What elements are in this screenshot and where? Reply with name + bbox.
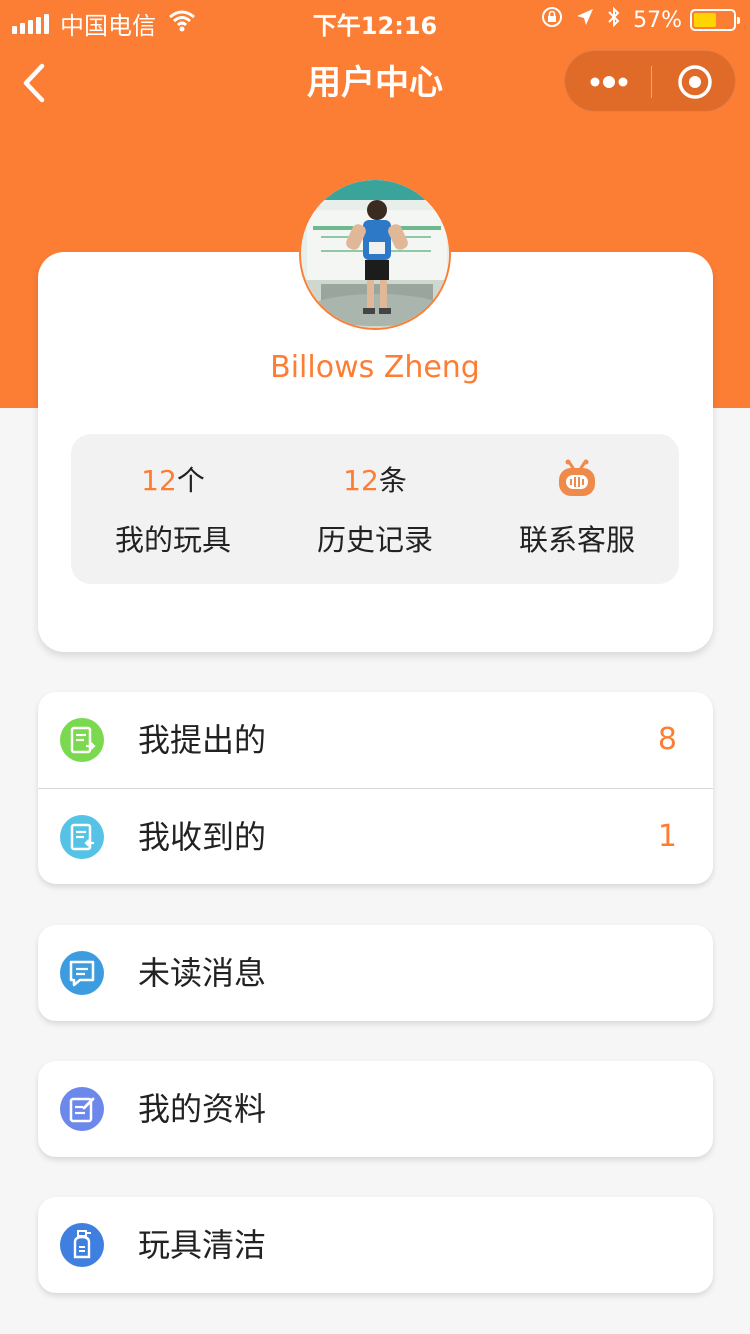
menu-count: 8 bbox=[657, 722, 677, 757]
stat-my-toys[interactable]: 12个 我的玩具 bbox=[73, 434, 273, 584]
stats-panel: 12个 我的玩具 12条 历史记录 联系客服 bbox=[71, 434, 679, 584]
battery-percent: 57% bbox=[633, 7, 682, 33]
menu-label: 玩具清洁 bbox=[138, 1226, 267, 1264]
menu-group-messages: 未读消息 bbox=[38, 925, 713, 1021]
capsule-divider bbox=[651, 66, 652, 98]
menu-label: 我的资料 bbox=[138, 1090, 267, 1128]
menu-group-cleaning: 玩具清洁 bbox=[38, 1197, 713, 1293]
menu-item-received[interactable]: 我收到的 1 bbox=[38, 788, 713, 884]
target-close-icon bbox=[678, 65, 712, 99]
menu-label: 我提出的 bbox=[138, 721, 267, 759]
bluetooth-icon bbox=[607, 6, 621, 34]
message-icon bbox=[60, 951, 104, 995]
avatar[interactable] bbox=[299, 178, 451, 330]
avatar-photo bbox=[301, 180, 449, 328]
received-doc-icon bbox=[60, 815, 104, 859]
username: Billows Zheng bbox=[270, 350, 480, 385]
submitted-doc-icon bbox=[60, 718, 104, 762]
stat-number: 12 bbox=[141, 464, 177, 497]
rotation-lock-icon bbox=[541, 6, 563, 34]
cleaner-bottle-icon bbox=[60, 1223, 104, 1267]
more-button[interactable] bbox=[587, 51, 631, 113]
menu-item-my-info[interactable]: 我的资料 bbox=[38, 1061, 713, 1157]
close-mini-program-button[interactable] bbox=[673, 51, 717, 113]
stat-unit: 个 bbox=[176, 464, 205, 497]
menu-group-profile: 我的资料 bbox=[38, 1061, 713, 1157]
menu-item-submitted[interactable]: 我提出的 8 bbox=[38, 692, 713, 788]
edit-profile-icon bbox=[60, 1087, 104, 1131]
battery-fill bbox=[694, 13, 716, 27]
stat-value: 12个 bbox=[73, 464, 273, 498]
stat-value: 12条 bbox=[275, 464, 475, 498]
stat-history[interactable]: 12条 历史记录 bbox=[275, 434, 475, 584]
stat-label: 历史记录 bbox=[316, 523, 433, 557]
stat-label: 联系客服 bbox=[518, 523, 635, 557]
stat-number: 12 bbox=[343, 464, 379, 497]
status-bar: 中国电信 下午12:16 57% bbox=[0, 0, 750, 40]
more-dots-icon bbox=[590, 76, 628, 88]
customer-service-robot-icon bbox=[477, 458, 677, 510]
user-center-page: 中国电信 下午12:16 57% 用户中心 Billows Zheng 12个 … bbox=[0, 0, 750, 1334]
menu-item-toy-cleaning[interactable]: 玩具清洁 bbox=[38, 1197, 713, 1293]
location-icon bbox=[575, 7, 595, 33]
stat-customer-service[interactable]: 联系客服 bbox=[477, 434, 677, 584]
menu-count: 1 bbox=[657, 819, 677, 854]
mini-program-capsule bbox=[564, 50, 736, 112]
menu-item-unread-messages[interactable]: 未读消息 bbox=[38, 925, 713, 1021]
menu-group-tasks: 我提出的 8 我收到的 1 bbox=[38, 692, 713, 884]
stat-label: 我的玩具 bbox=[114, 523, 231, 557]
stat-unit: 条 bbox=[378, 464, 407, 497]
battery-icon bbox=[690, 9, 740, 31]
menu-label: 未读消息 bbox=[138, 954, 267, 992]
menu-label: 我收到的 bbox=[138, 818, 267, 856]
